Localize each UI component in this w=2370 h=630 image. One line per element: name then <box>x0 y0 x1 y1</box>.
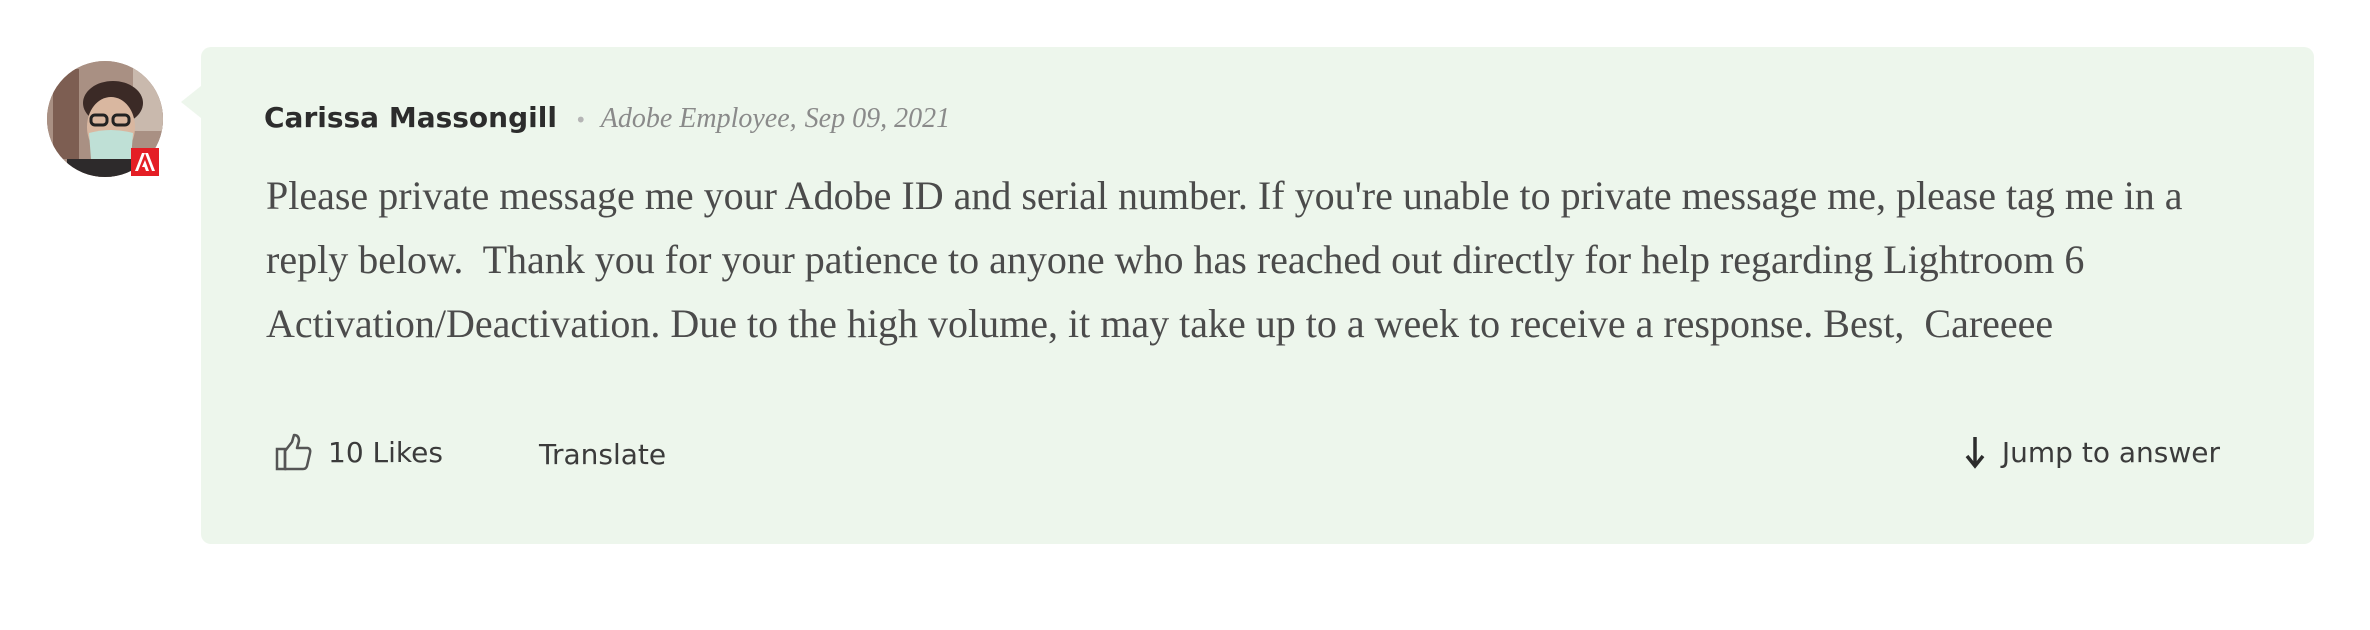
card-pointer <box>181 86 201 118</box>
translate-button[interactable]: Translate <box>539 438 666 471</box>
adobe-logo-icon <box>131 148 159 176</box>
post-meta: Carissa Massongill • Adobe Employee , Se… <box>264 101 950 135</box>
likes-count: 10 Likes <box>328 435 443 469</box>
author-role: Adobe Employee <box>600 103 790 134</box>
arrow-down-icon <box>1964 434 1986 470</box>
meta-separator: • <box>574 108 587 132</box>
post-actions: 10 Likes Translate Jump to answer <box>201 432 2314 482</box>
jump-to-answer-label: Jump to answer <box>2001 435 2220 469</box>
like-button[interactable]: 10 Likes <box>274 432 443 472</box>
post-date: Sep 09, 2021 <box>804 103 951 134</box>
author-name[interactable]: Carissa Massongill <box>264 101 557 134</box>
post-body: Please private message me your Adobe ID … <box>266 173 2193 346</box>
jump-to-answer-button[interactable]: Jump to answer <box>1964 434 2220 470</box>
thumbs-up-icon <box>274 432 314 472</box>
reply-card: Carissa Massongill • Adobe Employee , Se… <box>201 47 2314 544</box>
meta-comma: , <box>789 103 797 134</box>
